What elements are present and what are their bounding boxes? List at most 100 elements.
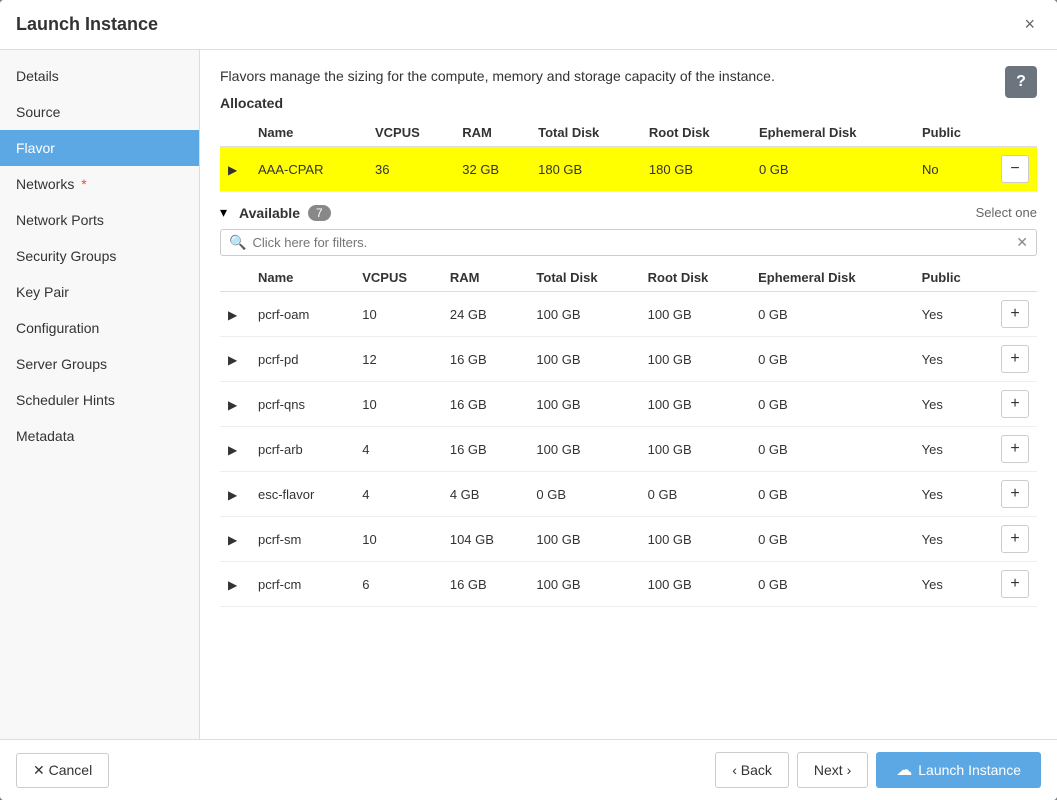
avail-row-root-disk: 100 GB <box>640 427 750 472</box>
modal-body: Details Source Flavor Networks * Network… <box>0 50 1057 739</box>
avail-row-total-disk: 100 GB <box>528 427 639 472</box>
add-flavor-button[interactable]: + <box>1001 525 1029 553</box>
avail-row-ephemeral-disk: 0 GB <box>750 292 914 337</box>
sidebar-item-networks[interactable]: Networks * <box>0 166 199 202</box>
avail-row-vcpus: 4 <box>354 427 442 472</box>
avail-col-public-header: Public <box>914 264 993 292</box>
avail-row-total-disk: 100 GB <box>528 382 639 427</box>
sidebar-item-key-pair[interactable]: Key Pair <box>0 274 199 310</box>
sidebar-item-details[interactable]: Details <box>0 58 199 94</box>
avail-row-name: pcrf-sm <box>250 517 354 562</box>
remove-allocated-button[interactable]: − <box>1001 155 1029 183</box>
allocated-root-disk: 180 GB <box>641 147 751 192</box>
content-area: ? Flavors manage the sizing for the comp… <box>200 50 1057 739</box>
sidebar-item-security-groups[interactable]: Security Groups <box>0 238 199 274</box>
avail-row-total-disk: 100 GB <box>528 562 639 607</box>
avail-row-ram: 4 GB <box>442 472 529 517</box>
avail-row-ephemeral-disk: 0 GB <box>750 517 914 562</box>
avail-row-ram: 16 GB <box>442 382 529 427</box>
avail-row-ram: 16 GB <box>442 427 529 472</box>
col-ephemeral-disk-header: Ephemeral Disk <box>751 119 914 147</box>
add-flavor-button[interactable]: + <box>1001 435 1029 463</box>
avail-row-ram: 104 GB <box>442 517 529 562</box>
modal-title: Launch Instance <box>16 14 158 35</box>
row-expand-button[interactable]: ▶ <box>228 533 237 547</box>
sidebar-item-scheduler-hints[interactable]: Scheduler Hints <box>0 382 199 418</box>
sidebar-item-network-ports[interactable]: Network Ports <box>0 202 199 238</box>
sidebar-item-configuration[interactable]: Configuration <box>0 310 199 346</box>
row-expand-button[interactable]: ▶ <box>228 353 237 367</box>
row-expand-button[interactable]: ▶ <box>228 488 237 502</box>
launch-label: Launch Instance <box>918 762 1021 778</box>
required-indicator: * <box>81 176 86 192</box>
avail-row-name: esc-flavor <box>250 472 354 517</box>
clear-icon[interactable]: ✕ <box>1016 234 1028 251</box>
avail-row-root-disk: 100 GB <box>640 517 750 562</box>
row-expand-button[interactable]: ▶ <box>228 443 237 457</box>
allocated-public: No <box>914 147 993 192</box>
chevron-down-icon: ▾ <box>220 204 227 221</box>
add-flavor-button[interactable]: + <box>1001 300 1029 328</box>
row-expand-button[interactable]: ▶ <box>228 578 237 592</box>
avail-row-total-disk: 100 GB <box>528 517 639 562</box>
available-header: ▾ Available 7 Select one <box>220 204 1037 221</box>
avail-col-root-disk-header: Root Disk <box>640 264 750 292</box>
avail-row-public: Yes <box>914 337 993 382</box>
row-expand-button[interactable]: ▶ <box>228 398 237 412</box>
avail-row-root-disk: 0 GB <box>640 472 750 517</box>
avail-col-ephemeral-disk-header: Ephemeral Disk <box>750 264 914 292</box>
avail-row-name: pcrf-oam <box>250 292 354 337</box>
col-total-disk-header: Total Disk <box>530 119 641 147</box>
col-expand <box>220 119 250 147</box>
search-icon: 🔍 <box>229 234 246 251</box>
back-button[interactable]: ‹ Back <box>715 752 789 788</box>
select-one-label: Select one <box>976 205 1037 220</box>
allocated-name: AAA-CPAR <box>250 147 367 192</box>
launch-instance-button[interactable]: ☁ Launch Instance <box>876 752 1041 788</box>
avail-row-public: Yes <box>914 427 993 472</box>
avail-row-vcpus: 10 <box>354 382 442 427</box>
avail-row-public: Yes <box>914 292 993 337</box>
add-flavor-button[interactable]: + <box>1001 570 1029 598</box>
cancel-button[interactable]: ✕ Cancel <box>16 753 109 788</box>
help-button[interactable]: ? <box>1005 66 1037 98</box>
add-flavor-button[interactable]: + <box>1001 480 1029 508</box>
avail-row-vcpus: 10 <box>354 517 442 562</box>
allocated-ephemeral-disk: 0 GB <box>751 147 914 192</box>
filter-bar[interactable]: 🔍 ✕ <box>220 229 1037 256</box>
modal-footer: ✕ Cancel ‹ Back Next › ☁ Launch Instance <box>0 739 1057 800</box>
avail-row-total-disk: 100 GB <box>528 292 639 337</box>
add-flavor-button[interactable]: + <box>1001 390 1029 418</box>
sidebar-item-flavor[interactable]: Flavor <box>0 130 199 166</box>
add-flavor-button[interactable]: + <box>1001 345 1029 373</box>
avail-col-name-header: Name <box>250 264 354 292</box>
table-row: ▶ pcrf-arb 4 16 GB 100 GB 100 GB 0 GB Ye… <box>220 427 1037 472</box>
avail-row-ram: 24 GB <box>442 292 529 337</box>
sidebar-item-metadata[interactable]: Metadata <box>0 418 199 454</box>
avail-row-public: Yes <box>914 382 993 427</box>
table-row: ▶ esc-flavor 4 4 GB 0 GB 0 GB 0 GB Yes + <box>220 472 1037 517</box>
close-button[interactable]: × <box>1018 12 1041 37</box>
avail-row-vcpus: 4 <box>354 472 442 517</box>
avail-row-root-disk: 100 GB <box>640 382 750 427</box>
avail-row-name: pcrf-arb <box>250 427 354 472</box>
table-row: ▶ pcrf-pd 12 16 GB 100 GB 100 GB 0 GB Ye… <box>220 337 1037 382</box>
filter-input[interactable] <box>252 235 1016 250</box>
avail-row-ephemeral-disk: 0 GB <box>750 427 914 472</box>
avail-row-public: Yes <box>914 517 993 562</box>
avail-row-total-disk: 100 GB <box>528 337 639 382</box>
row-expand-button[interactable]: ▶ <box>228 163 237 177</box>
avail-row-ephemeral-disk: 0 GB <box>750 472 914 517</box>
sidebar-item-source[interactable]: Source <box>0 94 199 130</box>
sidebar-item-server-groups[interactable]: Server Groups <box>0 346 199 382</box>
avail-col-action-header <box>993 264 1037 292</box>
row-expand-button[interactable]: ▶ <box>228 308 237 322</box>
avail-row-ram: 16 GB <box>442 562 529 607</box>
allocated-label: Allocated <box>220 95 1037 111</box>
avail-row-vcpus: 6 <box>354 562 442 607</box>
col-ram-header: RAM <box>454 119 530 147</box>
next-button[interactable]: Next › <box>797 752 868 788</box>
avail-row-ram: 16 GB <box>442 337 529 382</box>
table-row: ▶ pcrf-cm 6 16 GB 100 GB 100 GB 0 GB Yes… <box>220 562 1037 607</box>
avail-row-name: pcrf-cm <box>250 562 354 607</box>
